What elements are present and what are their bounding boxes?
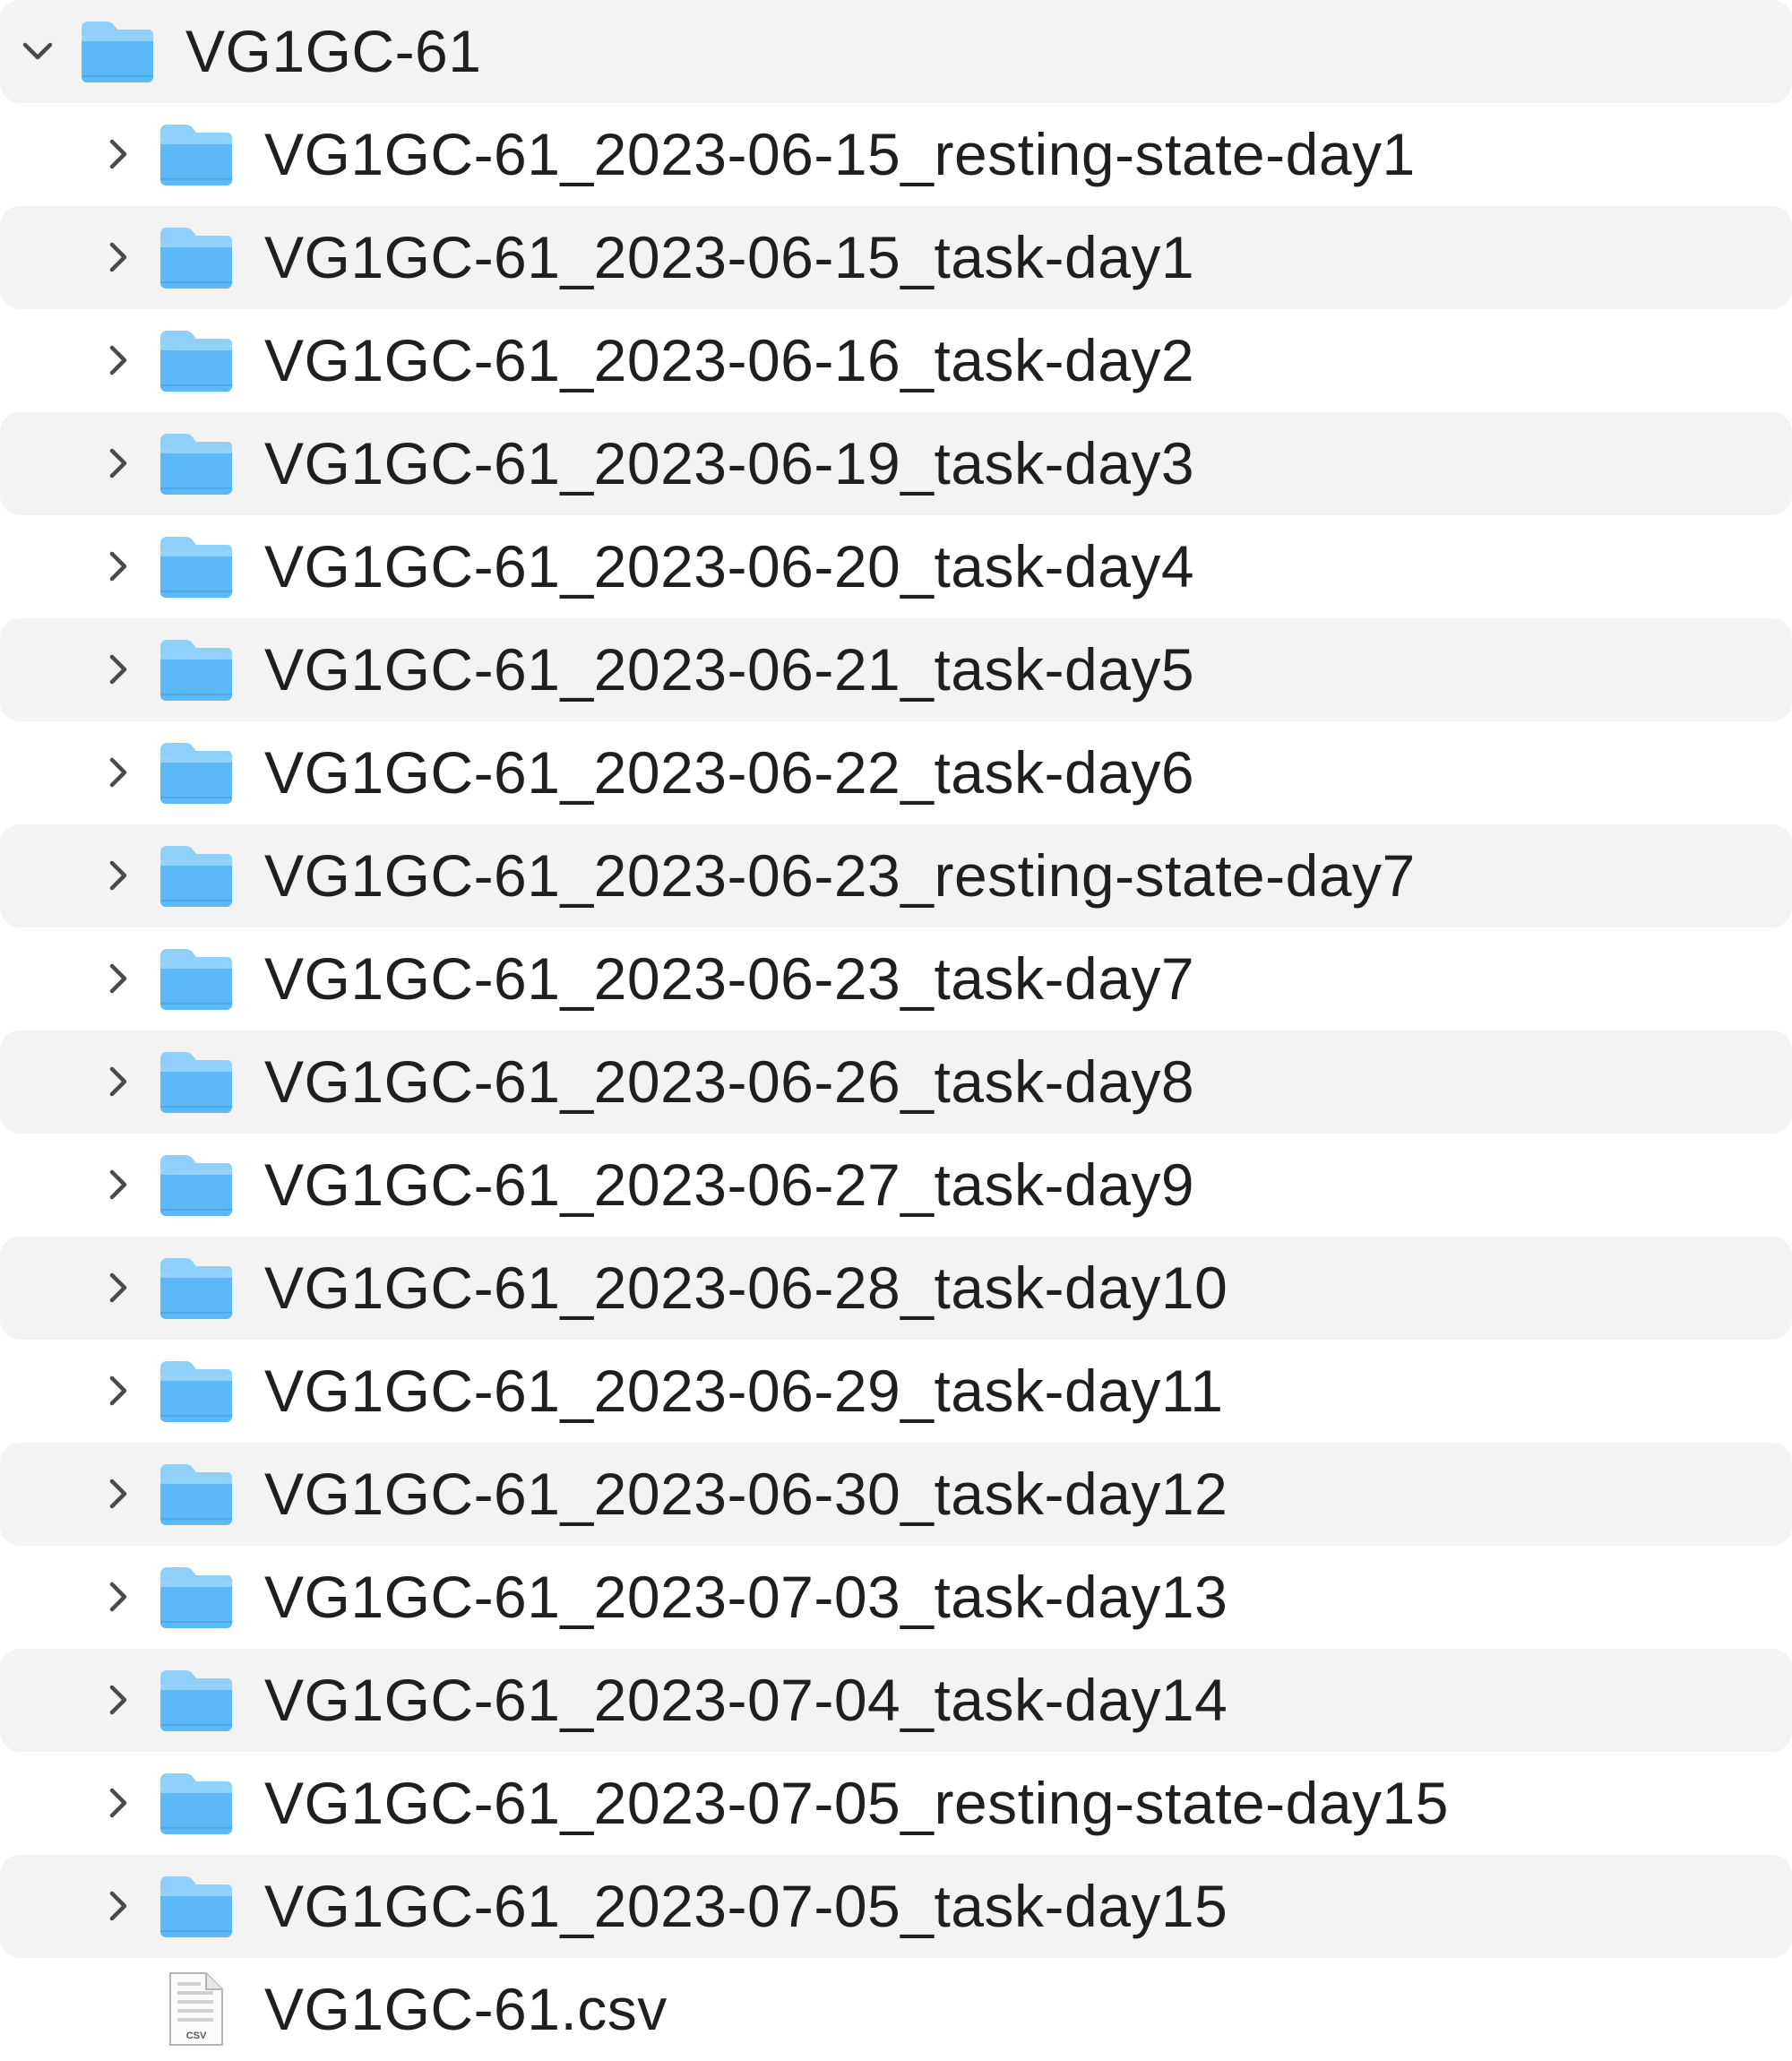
chevron-right-icon[interactable]	[91, 746, 145, 799]
folder-icon	[156, 938, 237, 1019]
tree-row-root[interactable]: VG1GC-61	[0, 0, 1792, 103]
folder-icon	[156, 1763, 237, 1843]
chevron-down-icon[interactable]	[11, 24, 65, 78]
file-tree: VG1GC-61 VG1GC-61_2023-06-15_resting-sta…	[0, 0, 1792, 2061]
tree-row-folder[interactable]: VG1GC-61_2023-07-05_task-day15	[0, 1855, 1792, 1958]
folder-name: VG1GC-61_2023-06-23_resting-state-day7	[264, 842, 1416, 909]
folder-icon	[156, 526, 237, 607]
tree-row-folder[interactable]: VG1GC-61_2023-06-28_task-day10	[0, 1237, 1792, 1340]
folder-icon	[156, 217, 237, 298]
folder-icon	[156, 1557, 237, 1637]
chevron-right-icon[interactable]	[91, 952, 145, 1005]
tree-row-folder[interactable]: VG1GC-61_2023-06-23_task-day7	[0, 927, 1792, 1030]
folder-name: VG1GC-61_2023-06-15_resting-state-day1	[264, 121, 1416, 187]
tree-row-folder[interactable]: VG1GC-61_2023-06-27_task-day9	[0, 1134, 1792, 1237]
folder-name: VG1GC-61_2023-06-15_task-day1	[264, 224, 1195, 290]
tree-row-folder[interactable]: VG1GC-61_2023-07-05_resting-state-day15	[0, 1752, 1792, 1855]
folder-name: VG1GC-61_2023-07-05_resting-state-day15	[264, 1770, 1449, 1836]
tree-row-folder[interactable]: VG1GC-61_2023-06-30_task-day12	[0, 1443, 1792, 1546]
folder-icon	[156, 423, 237, 504]
folder-icon	[156, 629, 237, 710]
chevron-right-icon[interactable]	[91, 539, 145, 593]
chevron-right-icon[interactable]	[91, 1467, 145, 1521]
chevron-right-icon[interactable]	[91, 1570, 145, 1624]
folder-name: VG1GC-61_2023-06-23_task-day7	[264, 945, 1195, 1012]
folder-icon	[156, 114, 237, 194]
tree-row-folder[interactable]: VG1GC-61_2023-07-03_task-day13	[0, 1546, 1792, 1649]
tree-row-folder[interactable]: VG1GC-61_2023-06-29_task-day11	[0, 1340, 1792, 1443]
folder-name: VG1GC-61_2023-07-04_task-day14	[264, 1667, 1228, 1733]
folder-icon	[156, 1041, 237, 1122]
folder-name: VG1GC-61_2023-06-16_task-day2	[264, 327, 1195, 393]
folder-name: VG1GC-61_2023-06-30_task-day12	[264, 1461, 1228, 1527]
folder-name: VG1GC-61_2023-07-03_task-day13	[264, 1564, 1228, 1630]
children-list: VG1GC-61_2023-06-15_resting-state-day1 V…	[0, 103, 1792, 2061]
tree-row-folder[interactable]: VG1GC-61_2023-07-04_task-day14	[0, 1649, 1792, 1752]
tree-row-folder[interactable]: VG1GC-61_2023-06-15_resting-state-day1	[0, 103, 1792, 206]
chevron-right-icon[interactable]	[91, 436, 145, 490]
tree-row-folder[interactable]: VG1GC-61_2023-06-20_task-day4	[0, 515, 1792, 618]
folder-name: VG1GC-61_2023-06-28_task-day10	[264, 1255, 1228, 1321]
folder-name: VG1GC-61_2023-06-29_task-day11	[264, 1358, 1224, 1424]
tree-row-file[interactable]: CSV VG1GC-61.csv	[0, 1958, 1792, 2061]
chevron-right-icon[interactable]	[91, 849, 145, 902]
folder-icon	[156, 1144, 237, 1225]
folder-name: VG1GC-61_2023-06-26_task-day8	[264, 1048, 1195, 1115]
csv-file-icon: CSV	[156, 1969, 237, 2049]
chevron-right-icon[interactable]	[91, 1776, 145, 1830]
tree-row-folder[interactable]: VG1GC-61_2023-06-19_task-day3	[0, 412, 1792, 515]
folder-name: VG1GC-61_2023-07-05_task-day15	[264, 1873, 1228, 1939]
chevron-right-icon[interactable]	[91, 1364, 145, 1418]
folder-name: VG1GC-61_2023-06-20_task-day4	[264, 533, 1195, 599]
folder-icon	[156, 320, 237, 401]
chevron-right-icon[interactable]	[91, 333, 145, 387]
folder-name: VG1GC-61_2023-06-22_task-day6	[264, 739, 1195, 806]
tree-row-folder[interactable]: VG1GC-61_2023-06-22_task-day6	[0, 721, 1792, 824]
tree-row-folder[interactable]: VG1GC-61_2023-06-23_resting-state-day7	[0, 824, 1792, 927]
folder-name: VG1GC-61_2023-06-19_task-day3	[264, 430, 1195, 496]
folder-icon	[156, 1660, 237, 1740]
file-name: VG1GC-61.csv	[264, 1976, 668, 2042]
chevron-right-icon[interactable]	[91, 1879, 145, 1933]
chevron-right-icon[interactable]	[91, 1261, 145, 1315]
tree-row-folder[interactable]: VG1GC-61_2023-06-21_task-day5	[0, 618, 1792, 721]
folder-name: VG1GC-61_2023-06-21_task-day5	[264, 636, 1195, 703]
chevron-right-icon[interactable]	[91, 230, 145, 284]
folder-icon	[156, 1247, 237, 1328]
folder-icon	[156, 835, 237, 916]
chevron-right-icon[interactable]	[91, 1158, 145, 1212]
root-folder-name: VG1GC-61	[185, 18, 482, 84]
chevron-right-icon[interactable]	[91, 1673, 145, 1727]
tree-row-folder[interactable]: VG1GC-61_2023-06-26_task-day8	[0, 1030, 1792, 1134]
tree-row-folder[interactable]: VG1GC-61_2023-06-15_task-day1	[0, 206, 1792, 309]
chevron-right-icon[interactable]	[91, 127, 145, 181]
folder-icon	[156, 1866, 237, 1946]
folder-icon	[156, 1350, 237, 1431]
tree-row-folder[interactable]: VG1GC-61_2023-06-16_task-day2	[0, 309, 1792, 412]
folder-icon	[156, 732, 237, 813]
folder-icon	[77, 11, 158, 91]
svg-text:CSV: CSV	[186, 2031, 207, 2041]
folder-name: VG1GC-61_2023-06-27_task-day9	[264, 1151, 1195, 1218]
chevron-right-icon[interactable]	[91, 642, 145, 696]
folder-icon	[156, 1453, 237, 1534]
chevron-right-icon[interactable]	[91, 1055, 145, 1108]
